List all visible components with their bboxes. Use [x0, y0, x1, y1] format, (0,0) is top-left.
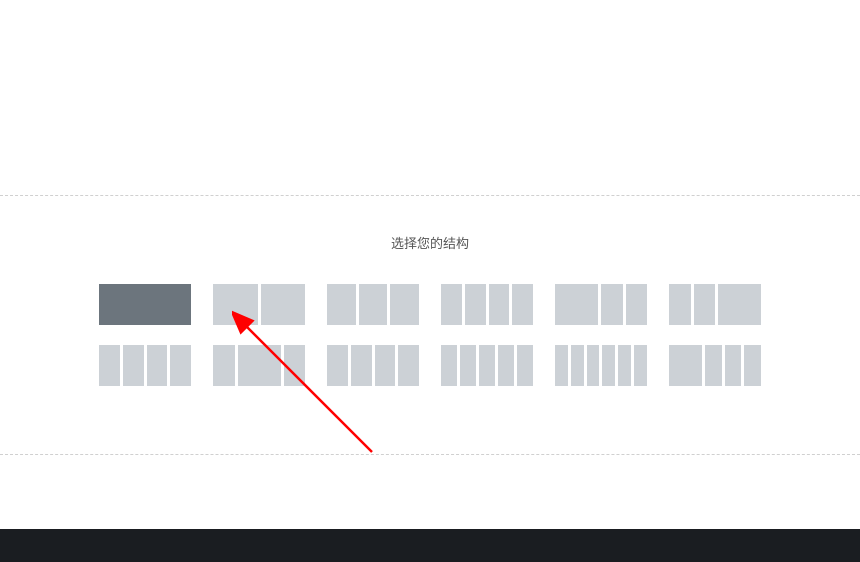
- layout-option-5col[interactable]: [441, 345, 533, 386]
- layout-row-1: [99, 284, 761, 325]
- layout-col: [618, 345, 631, 386]
- layout-col: [465, 284, 486, 325]
- layout-col: [634, 345, 647, 386]
- layout-col: [669, 284, 691, 325]
- layout-col: [718, 284, 761, 325]
- layout-option-wide-right[interactable]: [669, 284, 761, 325]
- layout-col: [375, 345, 396, 386]
- layout-col: [669, 345, 702, 386]
- layout-option-2col[interactable]: [213, 284, 305, 325]
- layout-col: [99, 284, 191, 325]
- layout-col: [601, 284, 623, 325]
- layout-col: [587, 345, 600, 386]
- layout-col: [512, 284, 533, 325]
- layout-option-wide-center[interactable]: [213, 345, 305, 386]
- layout-col: [390, 284, 419, 325]
- layout-col: [441, 284, 462, 325]
- layout-col: [170, 345, 191, 386]
- layout-col: [744, 345, 761, 386]
- layout-col: [123, 345, 144, 386]
- layout-options-container: [0, 284, 860, 386]
- layout-option-4col-b[interactable]: [99, 345, 191, 386]
- layout-col: [327, 345, 348, 386]
- structure-chooser-section: 选择您的结构: [0, 195, 860, 386]
- layout-col: [398, 345, 419, 386]
- layout-col: [99, 345, 120, 386]
- layout-option-wide-left[interactable]: [555, 284, 647, 325]
- layout-col: [479, 345, 495, 386]
- layout-col: [555, 345, 568, 386]
- layout-col: [238, 345, 281, 386]
- layout-col: [517, 345, 533, 386]
- layout-col: [213, 345, 235, 386]
- layout-option-4col[interactable]: [441, 284, 533, 325]
- layout-col: [694, 284, 716, 325]
- layout-option-4col-c[interactable]: [327, 345, 419, 386]
- layout-col: [498, 345, 514, 386]
- layout-col: [725, 345, 742, 386]
- layout-option-wide-narrow[interactable]: [669, 345, 761, 386]
- layout-col: [555, 284, 598, 325]
- layout-col: [261, 284, 306, 325]
- layout-col: [571, 345, 584, 386]
- layout-col: [359, 284, 388, 325]
- layout-col: [351, 345, 372, 386]
- layout-col: [626, 284, 648, 325]
- layout-option-1col[interactable]: [99, 284, 191, 325]
- layout-col: [460, 345, 476, 386]
- section-divider-bottom: [0, 454, 860, 455]
- layout-option-6col[interactable]: [555, 345, 647, 386]
- layout-row-2: [99, 345, 761, 386]
- layout-col: [284, 345, 306, 386]
- layout-col: [213, 284, 258, 325]
- layout-col: [602, 345, 615, 386]
- layout-col: [327, 284, 356, 325]
- structure-chooser-title: 选择您的结构: [0, 233, 860, 252]
- footer-band: [0, 529, 860, 562]
- layout-col: [147, 345, 168, 386]
- layout-col: [441, 345, 457, 386]
- layout-option-3col[interactable]: [327, 284, 419, 325]
- layout-col: [489, 284, 510, 325]
- layout-col: [705, 345, 722, 386]
